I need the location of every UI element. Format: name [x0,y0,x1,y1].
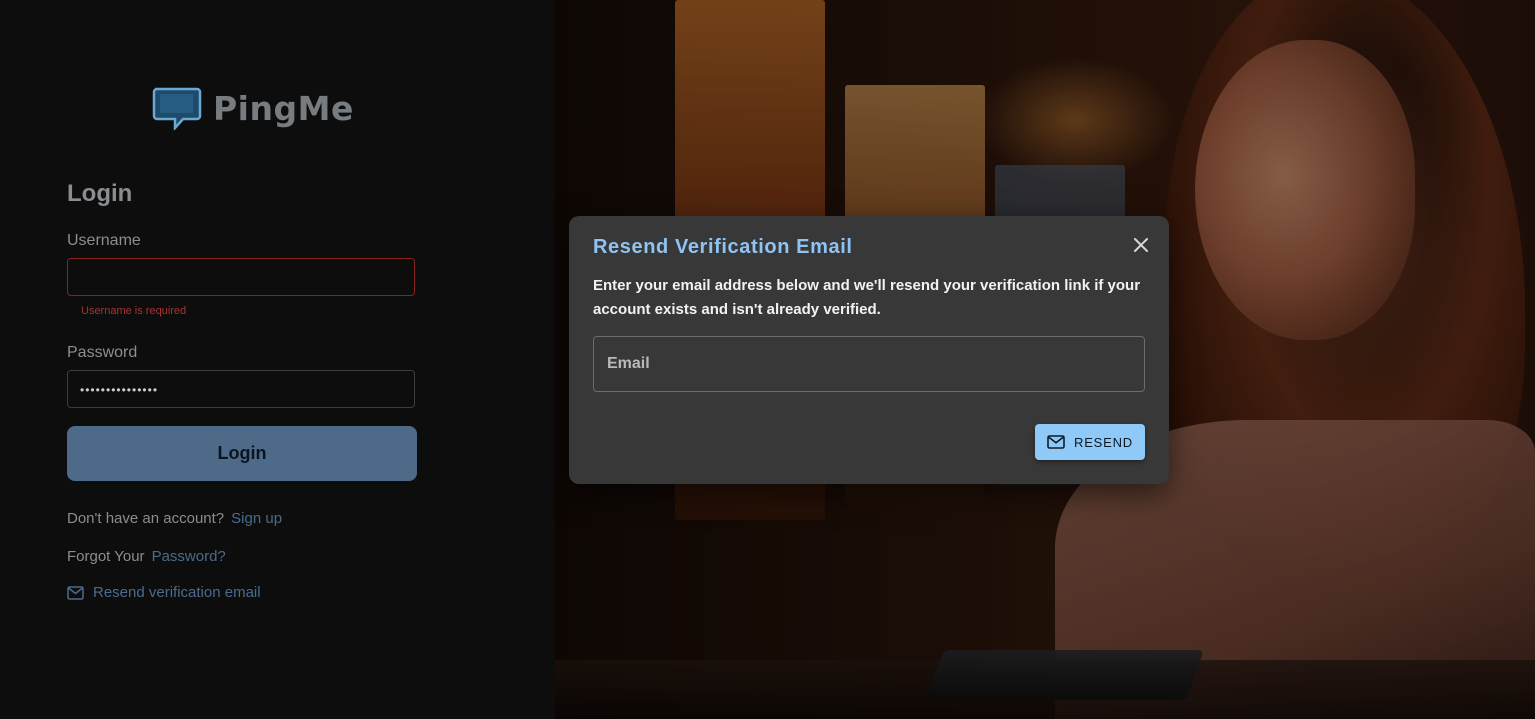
dialog-description: Enter your email address below and we'll… [593,277,1141,318]
close-icon[interactable] [1132,236,1150,254]
resend-verification-dialog: Resend Verification Email Enter your ema… [569,216,1169,484]
login-heading: Login [67,180,133,207]
resend-button-label: RESEND [1074,434,1133,450]
resend-verification-link[interactable]: Resend verification email [67,584,261,601]
username-input[interactable] [67,258,415,296]
forgot-password-row: Forgot Your Password? [67,548,226,565]
signup-link[interactable]: Sign up [231,510,282,527]
brand-name: PingMe [213,88,354,128]
signup-row: Don't have an account? Sign up [67,510,282,527]
forgot-password-link[interactable]: Password? [152,548,226,565]
login-button[interactable]: Login [67,426,417,481]
chat-bubble-icon [152,87,202,130]
resend-button[interactable]: RESEND [1035,424,1145,460]
username-label: Username [67,232,141,249]
password-label: Password [67,344,138,361]
login-panel: PingMe Login Username Username is requir… [0,0,555,719]
mail-icon [67,585,84,600]
signup-prompt: Don't have an account? [67,510,225,527]
resend-verification-label: Resend verification email [93,584,261,601]
brand-logo: PingMe [151,86,354,130]
password-input[interactable]: ••••••••••••••• [67,370,415,408]
dialog-title: Resend Verification Email [593,236,853,258]
forgot-prompt: Forgot Your [67,548,145,565]
email-input[interactable] [593,336,1145,392]
username-error-text: Username is required [81,305,187,317]
mail-icon [1047,435,1065,449]
